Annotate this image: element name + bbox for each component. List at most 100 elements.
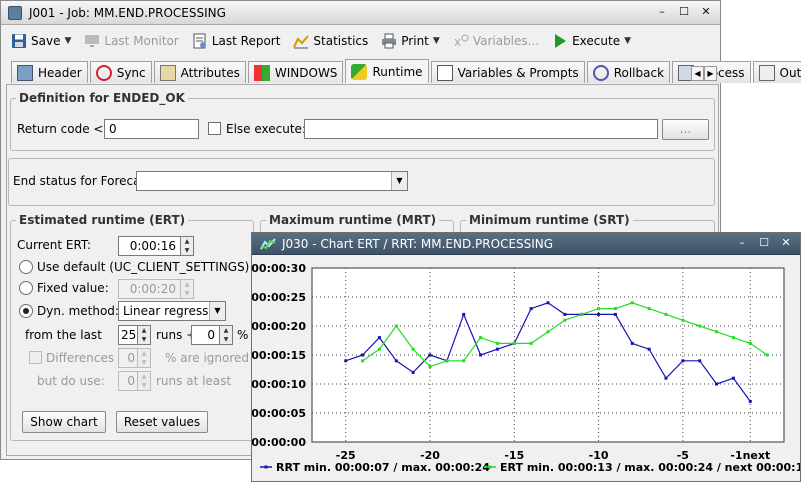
execute-dropdown-icon[interactable]: ▼ [624, 36, 631, 46]
statistics-icon [293, 35, 310, 49]
data-point-rrt [563, 312, 567, 316]
statistics-button[interactable]: Statistics [289, 29, 372, 53]
dyn-method-label: Dyn. method: [37, 304, 119, 318]
variables-icon: x [454, 34, 469, 49]
differences-label: Differences > [46, 351, 128, 365]
chart-maximize-icon[interactable]: ☐ [756, 235, 772, 251]
header-icon [17, 64, 33, 81]
main-window-title: J001 - Job: MM.END.PROCESSING [29, 6, 226, 20]
but-do-use-label: but do use: [37, 374, 105, 388]
chevron-down-icon[interactable]: ▼ [391, 172, 407, 190]
runs-at-least-label: runs at least [156, 374, 232, 388]
tab-sync[interactable]: Sync [89, 61, 152, 83]
differences-spinner[interactable]: ▲ ▼ [138, 348, 151, 368]
save-button[interactable]: Save ▼ [7, 29, 75, 53]
execute-button[interactable]: Execute ▼ [548, 29, 635, 53]
data-point-ert [479, 336, 483, 340]
y-tick-label: 00:00:05 [252, 407, 306, 420]
tab-scroll-left-icon[interactable]: ◀ [691, 66, 704, 81]
maximize-icon[interactable]: ☐ [676, 4, 692, 20]
reset-values-button[interactable]: Reset values [116, 411, 208, 433]
data-point-rrt [546, 301, 550, 305]
print-dropdown-icon[interactable]: ▼ [433, 36, 440, 46]
tab-variables-prompts[interactable]: Variables & Prompts [430, 61, 585, 83]
dyn-method-radio[interactable] [19, 304, 33, 318]
else-execute-checkbox[interactable] [208, 122, 221, 135]
data-point-rrt [479, 353, 483, 357]
current-ert-input[interactable]: 0:00:16 [118, 236, 181, 256]
monitor-icon [85, 35, 100, 47]
y-tick-label: 00:00:25 [252, 291, 306, 304]
y-tick-label: 00:00:30 [252, 262, 306, 275]
mrt-legend: Maximum runtime (MRT) [269, 213, 437, 227]
data-point-ert [546, 330, 550, 334]
but-do-use-input[interactable]: 0 [118, 371, 138, 391]
use-default-radio[interactable] [19, 260, 33, 274]
chart-minimize-icon[interactable]: – [734, 235, 750, 251]
data-point-ert [664, 312, 668, 316]
tab-runtime[interactable]: Runtime [345, 59, 429, 83]
execute-label: Execute [572, 34, 621, 48]
definition-legend: Definition for ENDED_OK [19, 91, 185, 105]
forecast-combo[interactable]: ▼ [136, 171, 408, 191]
fixed-value-input[interactable]: 0:00:20 [118, 279, 181, 299]
tab-rollback[interactable]: Rollback [586, 61, 671, 83]
differences-checkbox[interactable] [29, 351, 42, 364]
runs-plus-spinner[interactable]: ▲ ▼ [220, 325, 233, 345]
data-point-rrt [411, 370, 415, 374]
job-app-icon [8, 6, 22, 20]
show-chart-button[interactable]: Show chart [22, 411, 106, 433]
tab-attributes-label: Attributes [180, 65, 240, 80]
main-titlebar[interactable]: J001 - Job: MM.END.PROCESSING – ☐ ✕ [1, 1, 720, 25]
chart-titlebar[interactable]: J030 - Chart ERT / RRT: MM.END.PROCESSIN… [252, 233, 800, 255]
tab-attributes[interactable]: Attributes [153, 61, 246, 83]
chevron-down-icon[interactable]: ▼ [209, 302, 225, 320]
data-point-ert [748, 341, 752, 345]
last-monitor-button[interactable]: Last Monitor [80, 29, 182, 53]
from-last-spinner[interactable]: ▲ ▼ [138, 325, 151, 345]
from-last-input[interactable]: 25 [118, 325, 138, 345]
printer-icon [382, 33, 397, 49]
variables-button[interactable]: x Variables... [449, 29, 543, 53]
last-report-button[interactable]: Last Report [188, 29, 285, 53]
chart-close-icon[interactable]: ✕ [778, 235, 794, 251]
y-tick-label: 00:00:20 [252, 320, 306, 333]
print-label: Print [401, 34, 429, 48]
differences-input[interactable]: 0 [118, 348, 138, 368]
data-point-rrt [731, 376, 735, 380]
data-point-ert [681, 318, 685, 322]
current-ert-spinner[interactable]: ▲ ▼ [181, 236, 194, 256]
else-execute-input[interactable] [304, 119, 658, 139]
runs-plus-input[interactable]: 0 [191, 325, 220, 345]
tab-bar: Header Sync Attributes WINDOWS Runtime V… [11, 59, 801, 83]
return-code-input[interactable]: 0 [104, 119, 199, 139]
tab-windows[interactable]: WINDOWS [247, 61, 344, 83]
but-do-use-spinner[interactable]: ▲ ▼ [138, 371, 151, 391]
close-icon[interactable]: ✕ [698, 4, 714, 20]
report-icon [193, 33, 206, 49]
print-button[interactable]: Print ▼ [377, 29, 444, 53]
data-point-rrt [344, 359, 348, 363]
data-point-rrt [361, 353, 365, 357]
last-monitor-label: Last Monitor [104, 34, 179, 48]
minimize-icon[interactable]: – [654, 4, 670, 20]
tab-header-label: Header [38, 65, 82, 80]
fixed-value-spinner[interactable]: ▲ ▼ [181, 279, 194, 299]
srt-legend: Minimum runtime (SRT) [469, 213, 630, 227]
fixed-value-label: Fixed value: [37, 281, 109, 295]
data-point-rrt [698, 359, 702, 363]
legend-marker-ert [488, 465, 492, 469]
dyn-method-combo[interactable]: Linear regression ▼ [118, 301, 226, 321]
use-default-label: Use default (UC_CLIENT_SETTINGS) [37, 260, 250, 274]
variables-table-icon [436, 64, 453, 81]
data-point-rrt [613, 312, 617, 316]
tab-header[interactable]: Header [11, 61, 88, 83]
fixed-value-radio[interactable] [19, 281, 33, 295]
tab-scroll-right-icon[interactable]: ▶ [704, 66, 717, 81]
data-point-ert [361, 359, 365, 363]
tab-output[interactable]: Outp [752, 61, 801, 83]
data-point-ert [647, 307, 651, 311]
browse-button[interactable]: ... [662, 119, 709, 140]
save-dropdown-icon[interactable]: ▼ [64, 36, 71, 46]
data-point-ert [512, 341, 516, 345]
